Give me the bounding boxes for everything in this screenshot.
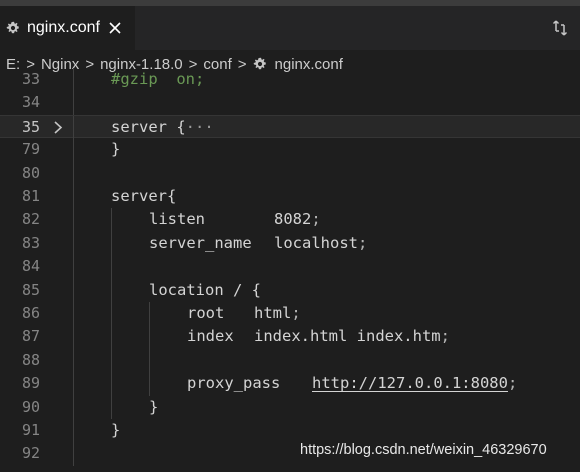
semicolon: ;: [291, 304, 301, 322]
line-number: 86: [21, 304, 40, 322]
code-text: location / {: [149, 280, 261, 299]
code-line: 84: [0, 255, 580, 279]
code-text: #gzip on;: [111, 70, 205, 88]
code-line: 79 }: [0, 138, 580, 162]
chevron-right-icon[interactable]: [52, 121, 64, 134]
code-line: 86 root html;: [0, 302, 580, 326]
line-number: 89: [21, 374, 40, 393]
tab-bar: nginx.conf: [0, 6, 580, 50]
line-number: 79: [21, 140, 40, 159]
code-line: 88: [0, 348, 580, 373]
code-line: 33 #gzip on;: [0, 68, 580, 92]
directive-key: proxy_pass: [187, 374, 281, 393]
code-line: 90 }: [0, 395, 580, 420]
proxy-url-link[interactable]: http://127.0.0.1:8080: [312, 374, 508, 392]
folded-ellipsis[interactable]: ···: [186, 118, 214, 136]
code-line: 82 listen 8082;: [0, 208, 580, 233]
directive-key: root: [187, 304, 225, 322]
line-number: 83: [21, 233, 40, 252]
semicolon: ;: [440, 327, 450, 346]
tab-label: nginx.conf: [27, 19, 100, 36]
line-number: 87: [21, 327, 40, 346]
code-line: 91 }: [0, 419, 580, 443]
code-text: }: [111, 140, 121, 159]
directive-value: html: [254, 304, 292, 322]
line-number: 84: [21, 257, 40, 276]
watermark-text: https://blog.csdn.net/weixin_46329670: [300, 442, 547, 458]
code-line: 89 proxy_pass http://127.0.0.1:8080;: [0, 372, 580, 396]
line-number: 88: [21, 350, 40, 369]
semicolon: ;: [507, 374, 518, 393]
gear-icon: [6, 21, 19, 34]
directive-key: server_name: [149, 233, 252, 252]
directive-key: index: [187, 327, 234, 346]
code-editor[interactable]: 33 #gzip on; 34 35 server {··· 79 } 80 8…: [0, 68, 580, 472]
line-number: 82: [21, 210, 40, 229]
code-text: }: [149, 397, 159, 416]
line-number: 34: [21, 93, 40, 112]
code-line: 34: [0, 91, 580, 116]
line-number: 81: [21, 187, 40, 205]
directive-value: index.html index.htm: [254, 327, 441, 346]
line-number: 85: [21, 280, 40, 299]
directive-key: listen: [149, 210, 205, 229]
semicolon: ;: [311, 210, 321, 229]
line-number: 35: [21, 117, 40, 136]
code-text: server {: [111, 117, 186, 136]
code-line: 83 server_name localhost;: [0, 231, 580, 256]
code-text: server{: [111, 187, 177, 205]
code-text: }: [111, 421, 121, 439]
code-line: 80: [0, 161, 580, 186]
code-line: 87 index index.html index.htm;: [0, 325, 580, 350]
line-number: 90: [21, 397, 40, 416]
code-line: 85 location / {: [0, 278, 580, 303]
line-number: 33: [21, 70, 40, 88]
tab-nginx-conf[interactable]: nginx.conf: [0, 6, 135, 50]
directive-value: localhost: [274, 233, 358, 252]
line-number: 80: [21, 163, 40, 182]
line-number: 92: [21, 444, 40, 463]
close-icon[interactable]: [108, 21, 122, 35]
compare-changes-icon[interactable]: [550, 18, 570, 38]
line-number: 91: [21, 421, 40, 439]
code-line: 81 server{: [0, 185, 580, 209]
code-line-folded: 35 server {···: [0, 114, 580, 140]
directive-value: 8082: [274, 210, 312, 229]
semicolon: ;: [358, 233, 368, 252]
